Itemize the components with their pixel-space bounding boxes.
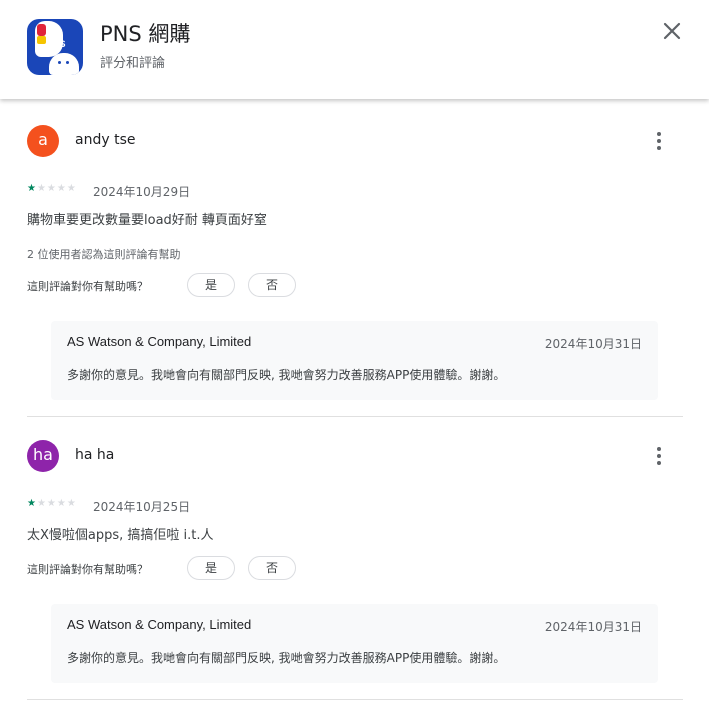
app-icon-yellow-stripe [37,36,46,44]
more-options-button[interactable] [648,445,670,467]
more-options-button[interactable] [648,130,670,152]
review-text: 購物車要更改數量要load好耐 轉頁面好窒 [27,213,267,228]
reply-date: 2024年10月31日 [544,620,642,634]
app-title: PNS 網購 [100,22,191,46]
reply-text: 多謝你的意見。我哋會向有關部門反映, 我哋會努力改善服務APP使用體驗。謝謝。 [67,368,506,382]
avatar: ha [27,440,59,472]
helpful-count: 2 位使用者認為這則評論有幫助 [27,248,181,261]
reply-date: 2024年10月31日 [544,337,642,351]
helpful-no-button[interactable]: 否 [248,273,296,297]
helpful-question: 這則評論對你有幫助嗎？ [27,280,148,293]
review-text: 太X慢啦個apps, 搞搞佢啦 i.t.人 [27,528,214,543]
review-date: 2024年10月25日 [93,500,191,514]
app-icon-mascot [49,53,79,75]
review-author: andy tse [75,132,136,148]
review-divider [27,699,683,700]
close-icon [663,22,681,40]
reply-text: 多謝你的意見。我哋會向有關部門反映, 我哋會努力改善服務APP使用體驗。謝謝。 [67,651,506,665]
helpful-yes-button[interactable]: 是 [187,273,235,297]
star-empty-icon: ★★★★ [36,183,77,194]
star-rating: ★★★★★ [27,498,77,509]
more-vert-icon [657,447,661,465]
review-date: 2024年10月29日 [93,185,191,199]
app-icon-text: PNS [47,39,66,49]
star-filled-icon: ★ [27,498,37,509]
helpful-question: 這則評論對你有幫助嗎？ [27,563,148,576]
star-empty-icon: ★★★★ [36,498,77,509]
developer-name: AS Watson & Company, Limited [67,334,252,349]
developer-name: AS Watson & Company, Limited [67,617,252,632]
dialog-subtitle: 評分和評論 [100,56,166,71]
review-author: ha ha [75,447,115,463]
star-filled-icon: ★ [27,183,37,194]
more-vert-icon [657,132,661,150]
helpful-yes-button[interactable]: 是 [187,556,235,580]
helpful-no-button[interactable]: 否 [248,556,296,580]
pns-app-icon: PNS [27,19,83,75]
dialog-header: PNS PNS 網購 評分和評論 [0,0,709,99]
developer-reply: AS Watson & Company, Limited 2024年10月31日… [51,321,658,400]
app-icon-red-stripe [37,24,46,36]
developer-reply: AS Watson & Company, Limited 2024年10月31日… [51,604,658,683]
star-rating: ★★★★★ [27,183,77,194]
avatar: a [27,125,59,157]
close-button[interactable] [657,16,687,46]
review-divider [27,416,683,417]
